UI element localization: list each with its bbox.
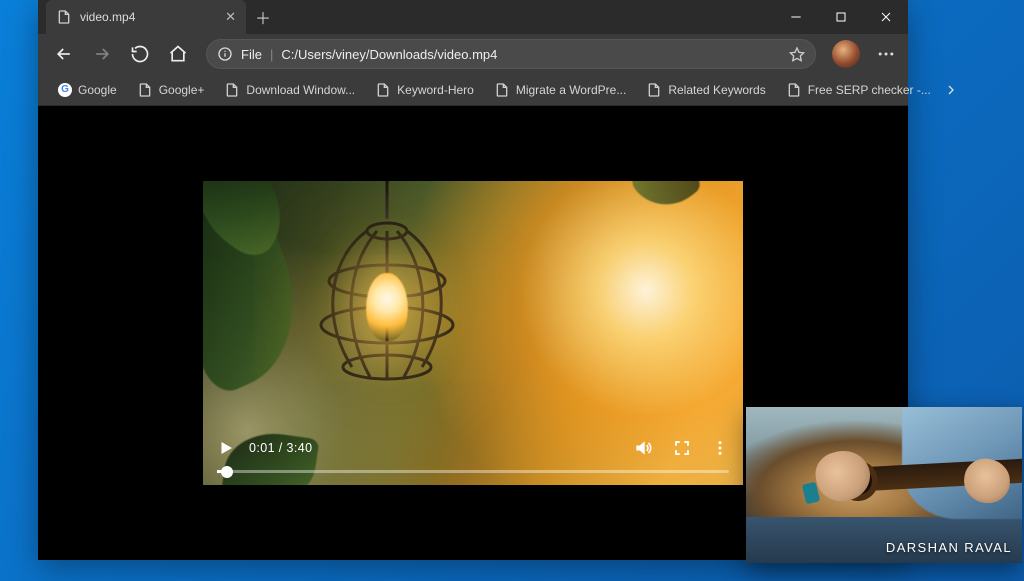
video-player[interactable]: 0:01 / 3:40 (203, 181, 743, 485)
bookmarks-bar: G Google Google+ Download Window... Keyw… (38, 74, 908, 106)
bookmark-label: Keyword-Hero (397, 83, 474, 97)
time-display: 0:01 / 3:40 (249, 441, 312, 455)
page-icon (137, 82, 153, 98)
new-tab-button[interactable]: ＋ (246, 0, 280, 34)
bookmark-item[interactable]: Download Window... (216, 78, 363, 102)
bookmark-item[interactable]: Related Keywords (638, 78, 773, 102)
pip-window[interactable]: DARSHAN RAVAL (746, 407, 1022, 563)
favorite-icon[interactable] (789, 46, 805, 62)
bookmark-item[interactable]: Migrate a WordPre... (486, 78, 634, 102)
tab-active[interactable]: video.mp4 ✕ (46, 0, 246, 34)
address-separator: | (270, 47, 273, 62)
bookmark-label: Download Window... (246, 83, 355, 97)
window-controls (773, 0, 908, 34)
page-icon (786, 82, 802, 98)
volume-button[interactable] (633, 438, 653, 458)
bookmark-label: Google+ (159, 83, 205, 97)
tab-title: video.mp4 (80, 10, 135, 24)
page-icon (224, 82, 240, 98)
refresh-button[interactable] (124, 38, 156, 70)
close-tab-icon[interactable]: ✕ (225, 9, 236, 25)
toolbar: File | C:/Users/viney/Downloads/video.mp… (38, 34, 908, 74)
forward-button[interactable] (86, 38, 118, 70)
maximize-button[interactable] (818, 0, 863, 34)
bookmarks-overflow-button[interactable] (943, 82, 959, 98)
fullscreen-button[interactable] (673, 439, 691, 457)
bookmark-item[interactable]: Free SERP checker -... (778, 78, 939, 102)
video-controls: 0:01 / 3:40 (203, 430, 743, 485)
info-icon (217, 46, 233, 62)
home-button[interactable] (162, 38, 194, 70)
bookmark-label: Google (78, 83, 117, 97)
pip-caption: DARSHAN RAVAL (886, 540, 1012, 555)
page-icon (646, 82, 662, 98)
tab-strip: video.mp4 ✕ ＋ (38, 0, 908, 34)
address-bar[interactable]: File | C:/Users/viney/Downloads/video.mp… (206, 39, 816, 69)
app-menu-button[interactable] (870, 38, 902, 70)
profile-avatar[interactable] (832, 40, 860, 68)
play-button[interactable] (217, 439, 235, 457)
file-icon (56, 9, 72, 25)
bookmark-item[interactable]: G Google (50, 79, 125, 101)
google-icon: G (58, 83, 72, 97)
more-options-button[interactable] (711, 439, 729, 457)
bookmark-label: Migrate a WordPre... (516, 83, 626, 97)
address-path: C:/Users/viney/Downloads/video.mp4 (281, 47, 497, 62)
progress-bar[interactable] (217, 470, 729, 473)
lamp-bulb (366, 273, 408, 341)
minimize-button[interactable] (773, 0, 818, 34)
bookmark-item[interactable]: Keyword-Hero (367, 78, 482, 102)
back-button[interactable] (48, 38, 80, 70)
page-icon (494, 82, 510, 98)
address-scheme-label: File (241, 47, 262, 62)
page-icon (375, 82, 391, 98)
decor-leaf (626, 181, 703, 221)
progress-thumb[interactable] (221, 466, 233, 478)
bookmark-item[interactable]: Google+ (129, 78, 213, 102)
close-window-button[interactable] (863, 0, 908, 34)
bookmark-label: Free SERP checker -... (808, 83, 931, 97)
lamp-cord (385, 181, 388, 219)
bookmark-label: Related Keywords (668, 83, 765, 97)
pip-frame: DARSHAN RAVAL (746, 407, 1022, 563)
